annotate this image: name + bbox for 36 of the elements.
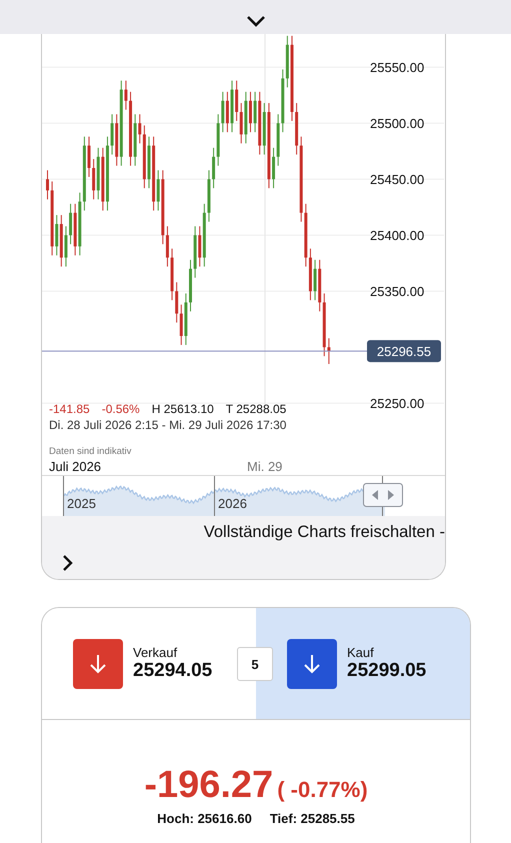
side-price: 25299.05 <box>347 660 426 682</box>
side-label: Kauf <box>347 645 375 660</box>
date-range: Di. 28 Juli 2026 2:15 - Mi. 29 Juli 2026 17:30 <box>49 418 286 432</box>
period-label: Juli 2026 <box>49 459 102 474</box>
low-value: Tief: 25285.55 <box>270 811 355 826</box>
chevron-right-icon[interactable] <box>61 554 75 572</box>
candle <box>46 170 49 200</box>
axis-label: 25400.00 <box>370 228 424 244</box>
change-percent: ( -0.77%) <box>277 777 368 803</box>
range-navigator[interactable]: 2025 2026 <box>42 476 445 516</box>
price-tag: 25296.55 <box>367 340 441 362</box>
side-price: 25294.05 <box>133 660 212 682</box>
ref-line-label: 25296.55 <box>376 344 432 360</box>
axis-label: 25350.00 <box>370 284 424 300</box>
change-percent: -0.56% <box>102 402 140 416</box>
change-value: -196.27 <box>144 764 274 807</box>
high-value: H 25613.10 <box>152 402 214 416</box>
candle <box>189 259 192 312</box>
trade-button[interactable] <box>73 638 123 688</box>
axis-label: 25450.00 <box>370 172 424 188</box>
year-label: 2025 <box>67 496 96 511</box>
side-label: Verkauf <box>133 645 178 660</box>
axis-label: 25550.00 <box>370 60 424 76</box>
unlock-charts-link[interactable]: Vollständige Charts freischalten - <box>204 523 445 542</box>
disclaimer: Daten sind indikativ <box>48 445 132 457</box>
high-value: Hoch: 25616.60 <box>157 811 252 826</box>
change-value: -141.85 <box>49 402 90 416</box>
spread-value: 5 <box>237 647 273 681</box>
chevron-down-icon[interactable] <box>246 14 266 28</box>
day-label: Mi. 29 <box>247 459 282 474</box>
year-label: 2026 <box>218 496 247 511</box>
range-handle-icon[interactable] <box>363 483 403 507</box>
trade-button[interactable] <box>287 638 337 688</box>
axis-label: 25500.00 <box>370 116 424 132</box>
low-value: T 25288.05 <box>226 402 286 416</box>
axis-label: 25250.00 <box>370 396 424 412</box>
